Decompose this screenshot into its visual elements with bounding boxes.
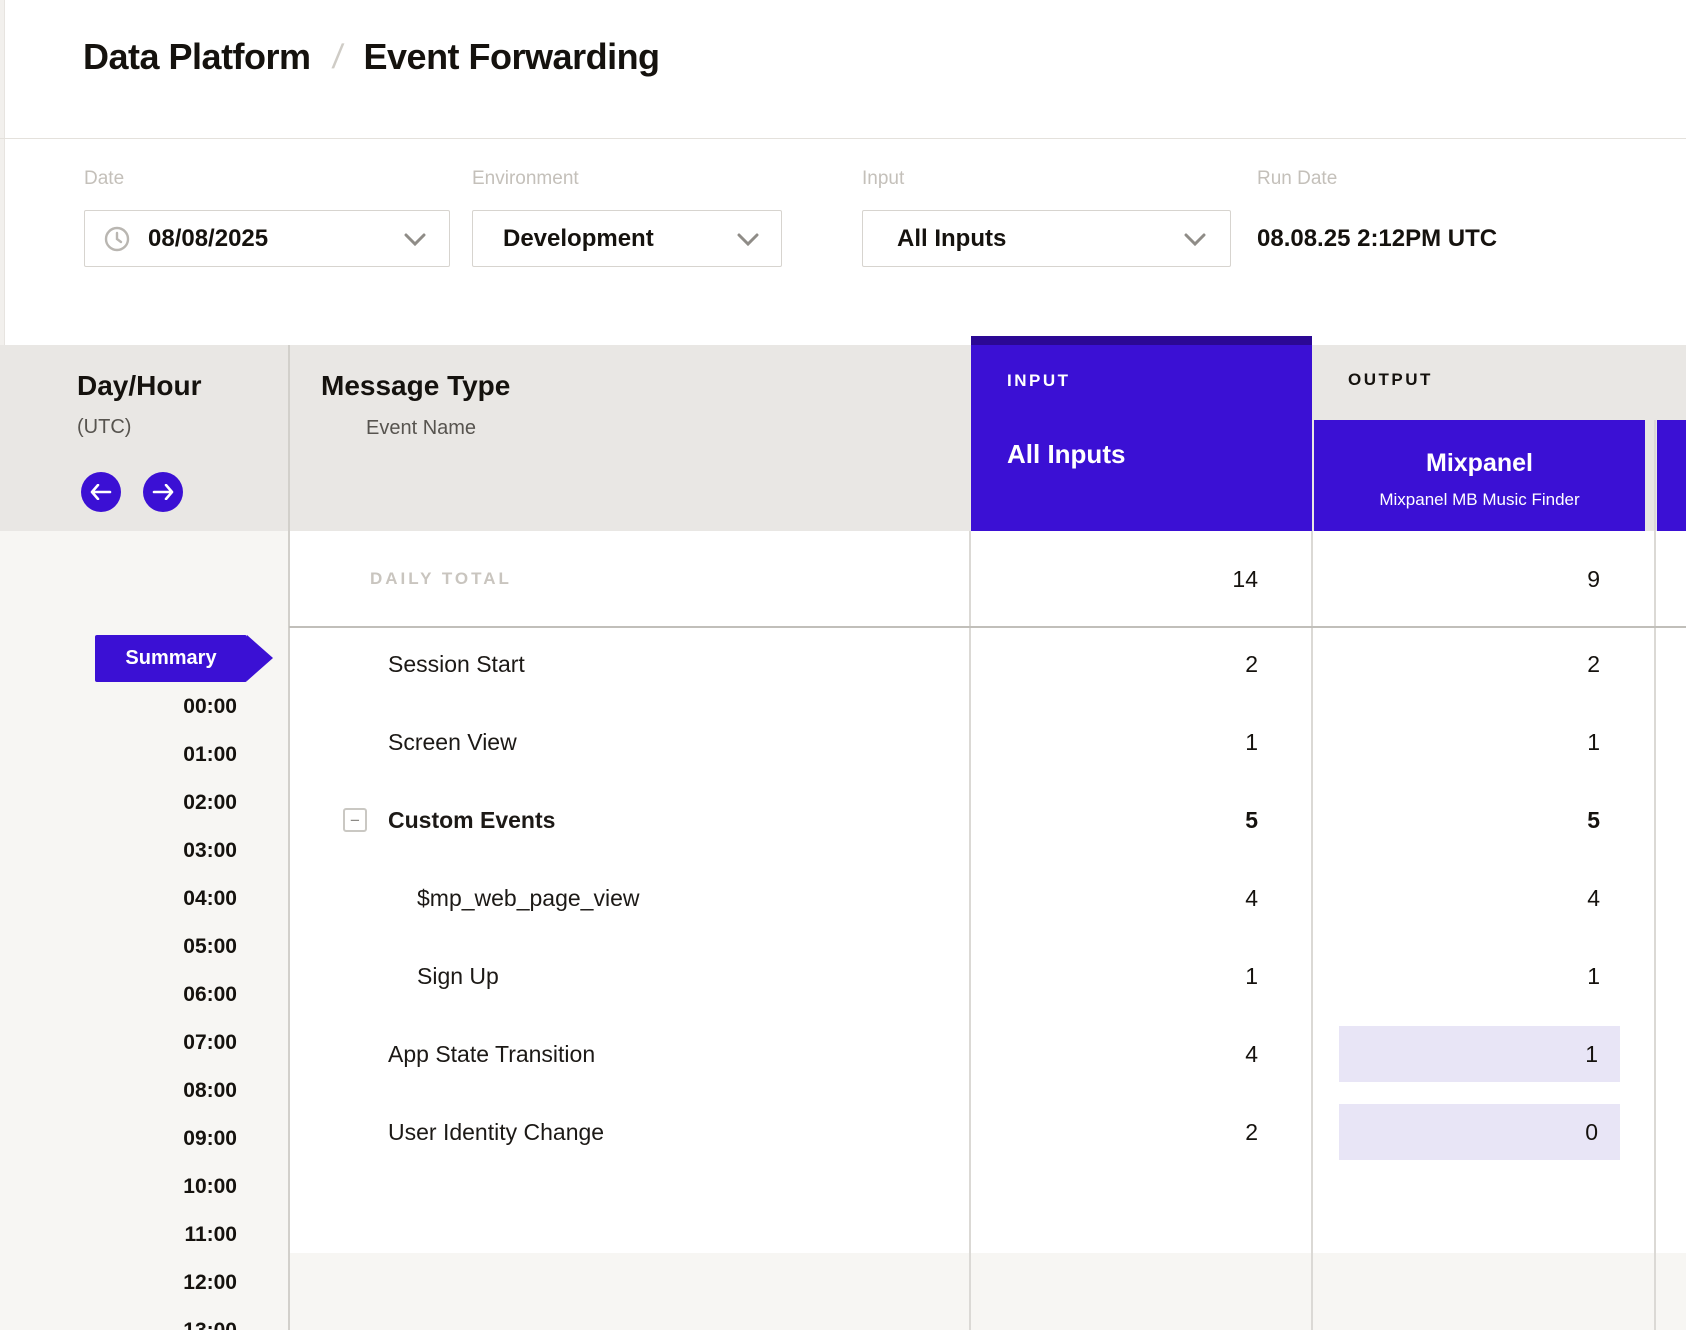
summary-badge[interactable]: Summary	[95, 635, 247, 682]
table-row-sign-up: Sign Up 1 1	[289, 937, 1686, 1015]
output-column-header-mixpanel[interactable]: Mixpanel Mixpanel MB Music Finder	[1314, 420, 1645, 531]
hour-row-00[interactable]: 00:00	[0, 695, 237, 721]
hour-row-04[interactable]: 04:00	[0, 887, 237, 913]
table-row-user-identity-change: User Identity Change 2 0	[289, 1093, 1686, 1171]
breadcrumb-separator: /	[330, 38, 344, 77]
next-day-button[interactable]	[143, 472, 183, 512]
event-name: User Identity Change	[388, 1093, 604, 1171]
breadcrumb-item-event-forwarding: Event Forwarding	[364, 36, 660, 78]
output-count: 1	[1312, 703, 1600, 781]
environment-label: Environment	[472, 168, 579, 190]
daily-total-input-value: 14	[970, 531, 1258, 627]
hour-row-03[interactable]: 03:00	[0, 839, 237, 865]
hour-row-07[interactable]: 07:00	[0, 1031, 237, 1057]
input-column-header[interactable]: INPUT All Inputs	[971, 336, 1312, 531]
hour-row-06[interactable]: 06:00	[0, 983, 237, 1009]
input-count: 2	[970, 1093, 1258, 1171]
hour-row-11[interactable]: 11:00	[0, 1223, 237, 1249]
output-count: 4	[1312, 859, 1600, 937]
input-count: 1	[970, 703, 1258, 781]
input-section-label: INPUT	[1007, 371, 1071, 391]
output-count: 2	[1312, 625, 1600, 703]
arrow-right-icon	[152, 484, 174, 500]
message-type-column-title: Message Type	[321, 370, 510, 402]
table-row-session-start: Session Start 2 2	[289, 625, 1686, 703]
event-name: App State Transition	[388, 1015, 595, 1093]
hour-row-02[interactable]: 02:00	[0, 791, 237, 817]
input-count: 1	[970, 937, 1258, 1015]
input-dropdown[interactable]: All Inputs	[862, 210, 1231, 267]
input-value: All Inputs	[897, 225, 1006, 253]
hour-row-08[interactable]: 08:00	[0, 1079, 237, 1105]
output-section-label: OUTPUT	[1348, 370, 1433, 390]
prev-day-button[interactable]	[81, 472, 121, 512]
hour-row-09[interactable]: 09:00	[0, 1127, 237, 1153]
input-count: 4	[970, 1015, 1258, 1093]
input-count: 4	[970, 859, 1258, 937]
chevron-down-icon	[737, 233, 759, 246]
breadcrumb: Data Platform / Event Forwarding	[83, 36, 660, 78]
daily-total-output-value: 9	[1312, 531, 1600, 627]
table-footer-background	[289, 1253, 1686, 1330]
run-date-label: Run Date	[1257, 168, 1337, 190]
hour-row-12[interactable]: 12:00	[0, 1271, 237, 1297]
collapse-icon[interactable]: −	[343, 808, 367, 832]
header-divider	[0, 138, 1686, 139]
clock-icon	[104, 226, 130, 252]
output-count-highlighted: 1	[1339, 1026, 1620, 1082]
output-count: 1	[1312, 937, 1600, 1015]
output-column-header-next-partial[interactable]	[1657, 420, 1686, 531]
input-label: Input	[862, 168, 904, 190]
output-count: 5	[1312, 781, 1600, 859]
hour-row-13[interactable]: 13:00	[0, 1319, 237, 1330]
hour-row-05[interactable]: 05:00	[0, 935, 237, 961]
event-name: Custom Events	[388, 781, 555, 859]
breadcrumb-item-data-platform[interactable]: Data Platform	[83, 36, 311, 78]
table-row-custom-events: − Custom Events 5 5	[289, 781, 1686, 859]
date-value: 08/08/2025	[148, 225, 268, 253]
event-name: Sign Up	[417, 937, 499, 1015]
chevron-down-icon	[404, 233, 426, 246]
message-type-column-subtitle: Event Name	[366, 417, 476, 440]
input-count: 5	[970, 781, 1258, 859]
environment-dropdown[interactable]: Development	[472, 210, 782, 267]
date-label: Date	[84, 168, 124, 190]
input-count: 2	[970, 625, 1258, 703]
event-name: Screen View	[388, 703, 517, 781]
event-name: $mp_web_page_view	[417, 859, 640, 937]
output-column-subtitle: Mixpanel MB Music Finder	[1314, 490, 1645, 510]
input-column-name: All Inputs	[1007, 439, 1125, 470]
arrow-left-icon	[90, 484, 112, 500]
hour-row-10[interactable]: 10:00	[0, 1175, 237, 1201]
day-hour-column-subtitle: (UTC)	[77, 416, 131, 439]
daily-total-label: DAILY TOTAL	[370, 531, 512, 627]
output-count-highlighted: 0	[1339, 1104, 1620, 1160]
chevron-down-icon	[1184, 233, 1206, 246]
date-dropdown[interactable]: 08/08/2025	[84, 210, 450, 267]
run-date-value: 08.08.25 2:12PM UTC	[1257, 225, 1497, 253]
table-row-app-state-transition: App State Transition 4 1	[289, 1015, 1686, 1093]
day-hour-column-title: Day/Hour	[77, 370, 201, 402]
environment-value: Development	[503, 225, 654, 253]
event-name: Session Start	[388, 625, 525, 703]
table-row-screen-view: Screen View 1 1	[289, 703, 1686, 781]
daily-total-row: DAILY TOTAL 14 9	[289, 531, 1686, 627]
table-row-mp-web-page-view: $mp_web_page_view 4 4	[289, 859, 1686, 937]
output-column-name: Mixpanel	[1314, 449, 1645, 478]
hour-row-01[interactable]: 01:00	[0, 743, 237, 769]
